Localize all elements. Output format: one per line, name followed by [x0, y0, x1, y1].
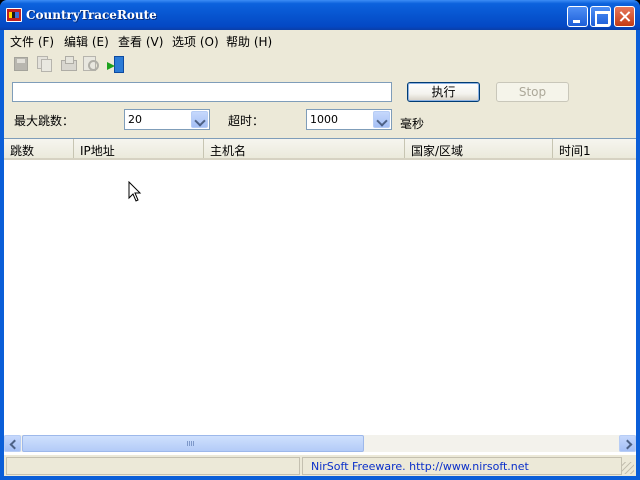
maximize-button[interactable]: [590, 6, 611, 27]
timeout-label: 超时：: [228, 114, 265, 128]
status-pane: [6, 457, 300, 475]
horizontal-scrollbar[interactable]: [4, 435, 636, 452]
chevron-down-icon[interactable]: [373, 111, 390, 128]
scroll-right-button[interactable]: [619, 435, 636, 452]
stop-button[interactable]: Stop: [496, 82, 569, 102]
exit-icon: [106, 55, 124, 73]
copy-button[interactable]: [36, 55, 54, 73]
column-hostname[interactable]: 主机名: [204, 139, 405, 158]
column-ip-address[interactable]: IP地址: [74, 139, 204, 158]
max-hops-value: 20: [128, 113, 142, 126]
minimize-icon: [568, 7, 587, 26]
menu-options[interactable]: 选项 (O): [172, 33, 219, 50]
menu-file[interactable]: 文件 (F): [10, 33, 54, 50]
scroll-thumb[interactable]: [22, 435, 364, 452]
close-icon: [615, 7, 634, 26]
menu-view[interactable]: 查看 (V): [118, 33, 163, 50]
timeout-unit: 毫秒: [400, 117, 425, 131]
column-country[interactable]: 国家/区域: [405, 139, 553, 158]
resize-grip[interactable]: [622, 462, 634, 474]
minimize-button[interactable]: [567, 6, 588, 27]
status-pane-link: NirSoft Freeware. http://www.nirsoft.net: [302, 457, 622, 475]
menu-help[interactable]: 帮助 (H): [226, 33, 272, 50]
max-hops-combo[interactable]: 20: [124, 109, 210, 130]
client-area: 文件 (F) 编辑 (E) 查看 (V) 选项 (O) 帮助 (H) 执行 St…: [4, 30, 636, 476]
max-hops-label: 最大跳数：: [14, 114, 75, 128]
properties-button[interactable]: [60, 55, 78, 73]
status-bar: NirSoft Freeware. http://www.nirsoft.net: [4, 454, 636, 476]
column-hop[interactable]: 跳数: [4, 139, 74, 158]
app-icon[interactable]: [6, 8, 22, 22]
destination-input[interactable]: [12, 82, 392, 102]
timeout-combo[interactable]: 1000: [306, 109, 392, 130]
column-time1[interactable]: 时间1: [553, 139, 636, 158]
results-table[interactable]: 跳数 IP地址 主机名 国家/区域 时间1: [4, 138, 636, 454]
properties-icon: [60, 55, 77, 71]
app-window: CountryTraceRoute 文件 (F) 编辑 (E) 查看 (V) 选…: [0, 0, 640, 480]
find-button[interactable]: [82, 55, 100, 73]
run-button[interactable]: 执行: [407, 82, 480, 102]
menu-edit[interactable]: 编辑 (E): [64, 33, 109, 50]
save-icon: [14, 57, 28, 71]
title-bar[interactable]: CountryTraceRoute: [0, 0, 640, 30]
mouse-pointer-icon: [128, 181, 142, 202]
table-header: 跳数 IP地址 主机名 国家/区域 时间1: [4, 139, 636, 160]
toolbar: [4, 52, 636, 76]
menu-bar: 文件 (F) 编辑 (E) 查看 (V) 选项 (O) 帮助 (H): [4, 30, 636, 50]
maximize-icon: [591, 7, 610, 26]
save-button[interactable]: [12, 55, 30, 73]
window-title: CountryTraceRoute: [26, 8, 157, 22]
scroll-left-button[interactable]: [4, 435, 21, 452]
timeout-value: 1000: [310, 113, 338, 126]
close-button[interactable]: [614, 6, 635, 27]
copy-icon: [36, 55, 52, 72]
find-icon: [82, 55, 99, 71]
exit-button[interactable]: [106, 55, 124, 73]
nirsoft-link[interactable]: NirSoft Freeware. http://www.nirsoft.net: [311, 460, 529, 473]
chevron-down-icon[interactable]: [191, 111, 208, 128]
